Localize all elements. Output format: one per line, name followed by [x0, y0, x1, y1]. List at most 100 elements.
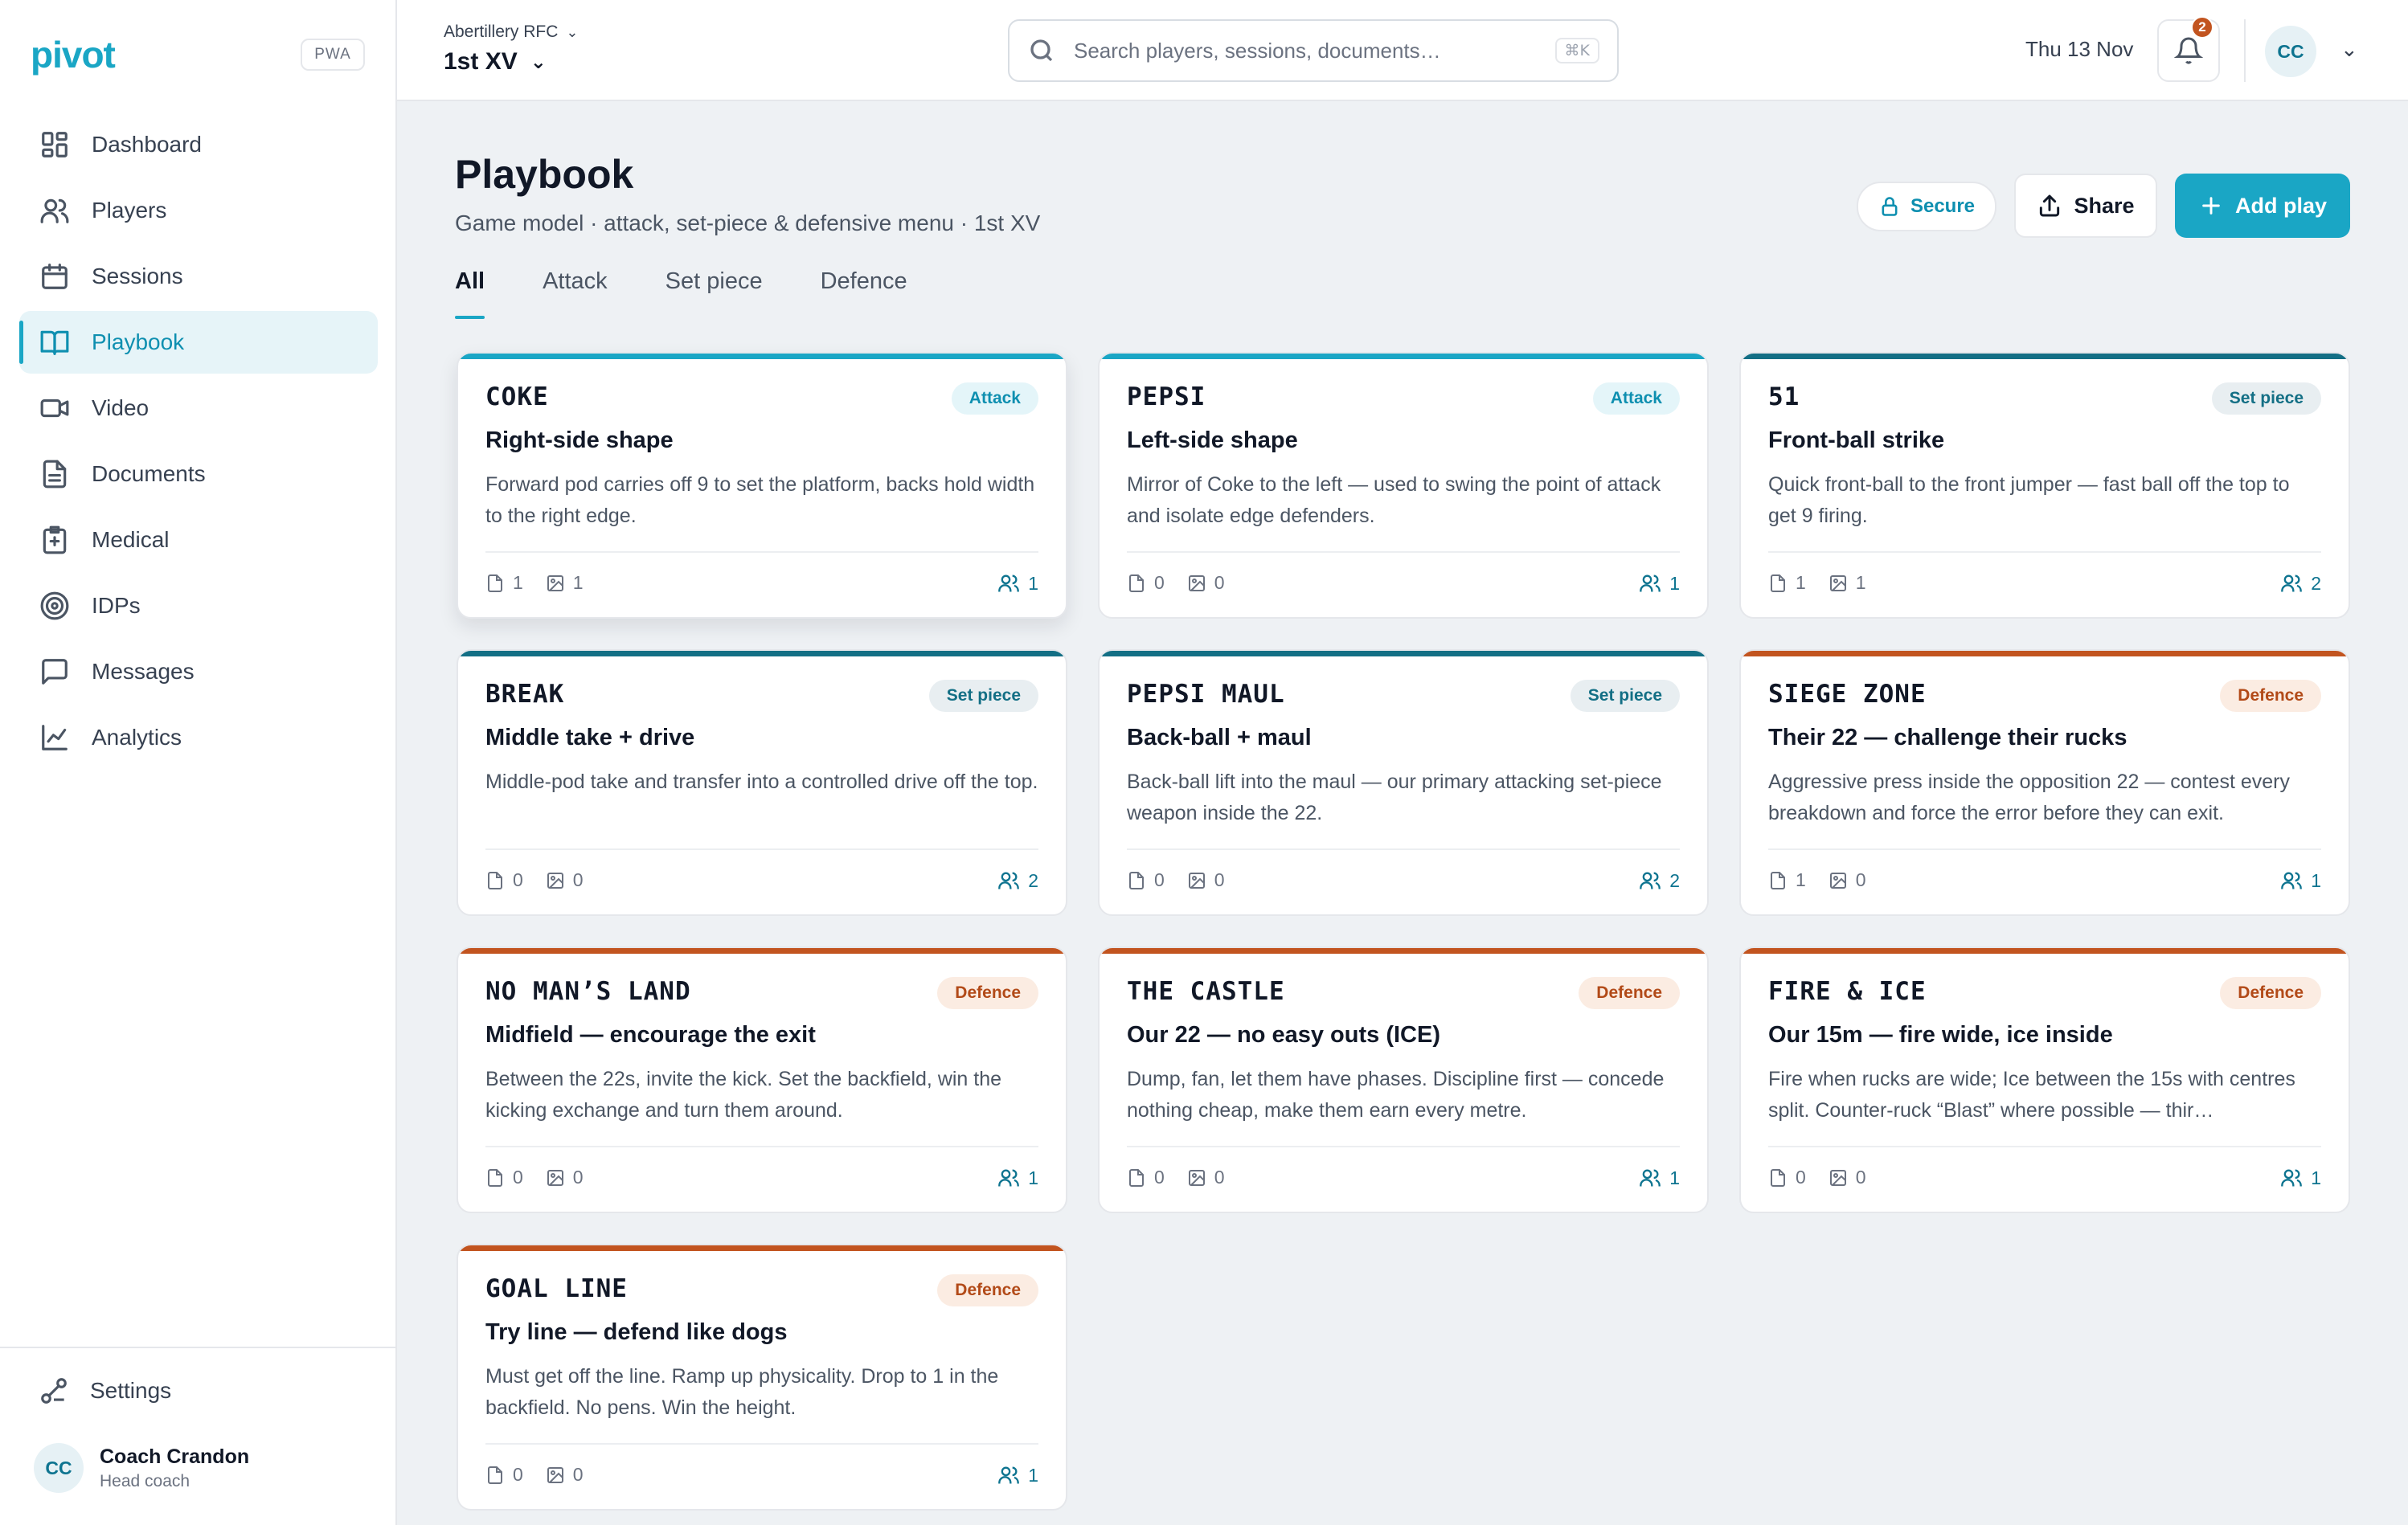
document-count-value: 1 [513, 572, 523, 593]
play-description: Forward pod carries off 9 to set the pla… [485, 473, 1035, 527]
play-title: Back-ball + maul [1127, 725, 1312, 750]
share-button[interactable]: Share [2014, 174, 2157, 238]
sidebar-item-medical[interactable]: Medical [19, 509, 378, 571]
lock-icon [1882, 197, 1898, 216]
club-name: Abertillery RFC [444, 22, 559, 41]
play-card[interactable]: FIRE & ICE Defence Our 15m — fire wide, … [1739, 946, 2350, 1213]
play-card[interactable]: SIEGE ZONE Defence Their 22 — challenge … [1739, 649, 2350, 916]
search-input[interactable] [1074, 38, 1555, 63]
image-count: 0 [1187, 1167, 1225, 1188]
add-play-button[interactable]: Add play [2175, 174, 2350, 238]
document-count: 0 [485, 1464, 523, 1486]
image-count: 1 [546, 572, 584, 594]
account-avatar[interactable]: CC [2265, 26, 2316, 77]
people-count-value: 2 [2311, 572, 2321, 594]
card-divider [1768, 848, 2321, 850]
assigned-people[interactable]: 1 [2280, 869, 2321, 892]
image-icon [1188, 1169, 1205, 1186]
team-switcher[interactable]: Abertillery RFC ⌄ 1st XV ⌄ [444, 22, 578, 76]
assigned-people[interactable]: 1 [1639, 1167, 1680, 1189]
search-icon [1030, 39, 1053, 62]
card-meta: 0 0 [485, 1167, 606, 1188]
sidebar-item-players[interactable]: Players [19, 179, 378, 242]
image-count: 1 [1829, 572, 1866, 594]
image-icon [1188, 574, 1205, 591]
users-icon [1640, 872, 1661, 889]
play-card[interactable]: NO MAN’S LAND Defence Midfield — encoura… [457, 946, 1067, 1213]
sidebar-item-analytics[interactable]: Analytics [19, 706, 378, 769]
tab-defence[interactable]: Defence [821, 268, 907, 319]
assigned-people[interactable]: 1 [2280, 1167, 2321, 1189]
secure-button[interactable]: Secure [1857, 182, 1996, 231]
users-icon [2281, 574, 2303, 592]
play-description: Middle-pod take and transfer into a cont… [485, 771, 1038, 793]
assigned-people[interactable]: 1 [997, 1464, 1038, 1486]
card-divider [485, 551, 1038, 553]
tab-all[interactable]: All [455, 268, 485, 319]
settings-link[interactable]: Settings [39, 1376, 171, 1406]
play-card[interactable]: PEPSI MAUL Set piece Back-ball + maul Ba… [1098, 649, 1709, 916]
chevron-down-icon[interactable]: ⌄ [2340, 37, 2358, 62]
current-date: Thu 13 Nov [2025, 37, 2134, 61]
document-count-value: 1 [1796, 572, 1806, 593]
category-strip [458, 354, 1066, 359]
play-description: Mirror of Coke to the left — used to swi… [1127, 473, 1661, 527]
image-icon [1829, 872, 1846, 889]
image-count: 0 [1187, 572, 1225, 594]
play-code: NO MAN’S LAND [485, 977, 691, 1006]
card-divider [1127, 1146, 1680, 1147]
sidebar-item-sessions[interactable]: Sessions [19, 245, 378, 308]
tab-bar: All Attack Set piece Defence [455, 268, 965, 319]
play-card[interactable]: BREAK Set piece Middle take + drive Midd… [457, 649, 1067, 916]
brand-name: pivot [31, 34, 116, 76]
category-badge: Defence [2220, 977, 2321, 1009]
assigned-people[interactable]: 2 [2280, 572, 2321, 595]
assigned-people[interactable]: 2 [1639, 869, 1680, 892]
avatar: CC [34, 1443, 84, 1493]
assigned-people[interactable]: 1 [997, 572, 1038, 595]
category-strip [1100, 354, 1707, 359]
sidebar-item-messages[interactable]: Messages [19, 640, 378, 703]
users-icon [998, 1169, 1020, 1187]
play-description: Quick front-ball to the front jumper — f… [1768, 473, 2290, 527]
user-name: Coach Crandon [100, 1445, 250, 1468]
play-card[interactable]: 51 Set piece Front-ball strike Quick fro… [1739, 352, 2350, 619]
play-code: COKE [485, 382, 549, 411]
image-icon [1829, 574, 1846, 591]
card-meta: 1 0 [1768, 869, 1889, 891]
pwa-badge: PWA [301, 39, 365, 71]
document-count: 0 [1768, 1167, 1806, 1188]
document-icon [39, 458, 71, 490]
book-icon [39, 326, 71, 358]
tab-set-piece[interactable]: Set piece [665, 268, 763, 319]
play-code: PEPSI [1127, 382, 1206, 411]
settings-label: Settings [90, 1378, 172, 1403]
play-card[interactable]: PEPSI Attack Left-side shape Mirror of C… [1098, 352, 1709, 619]
sidebar-item-idps[interactable]: IDPs [19, 574, 378, 637]
card-meta: 0 0 [1768, 1167, 1889, 1188]
assigned-people[interactable]: 1 [1639, 572, 1680, 595]
sidebar-item-documents[interactable]: Documents [19, 443, 378, 505]
user-profile[interactable]: CC Coach Crandon Head coach [34, 1443, 249, 1493]
notifications-button[interactable]: 2 [2157, 16, 2220, 82]
assigned-people[interactable]: 2 [997, 869, 1038, 892]
document-count-value: 0 [1154, 572, 1165, 593]
notification-count-badge: 2 [2191, 16, 2213, 39]
sidebar-item-dashboard[interactable]: Dashboard [19, 113, 378, 176]
play-card[interactable]: COKE Attack Right-side shape Forward pod… [457, 352, 1067, 619]
play-card[interactable]: THE CASTLE Defence Our 22 — no easy outs… [1098, 946, 1709, 1213]
play-code: THE CASTLE [1127, 977, 1285, 1006]
sidebar-item-video[interactable]: Video [19, 377, 378, 440]
document-count: 0 [1127, 1167, 1165, 1188]
sidebar-item-label: Video [92, 395, 149, 420]
tab-attack[interactable]: Attack [543, 268, 608, 319]
settings-icon [41, 1378, 67, 1404]
share-icon [2040, 194, 2060, 217]
play-card[interactable]: GOAL LINE Defence Try line — defend like… [457, 1244, 1067, 1511]
assigned-people[interactable]: 1 [997, 1167, 1038, 1189]
document-count: 1 [485, 572, 523, 594]
brand-logo[interactable]: pivot [31, 31, 116, 79]
people-count-value: 1 [1669, 572, 1680, 594]
sidebar-item-playbook[interactable]: Playbook [19, 311, 378, 374]
category-strip [1741, 354, 2349, 359]
